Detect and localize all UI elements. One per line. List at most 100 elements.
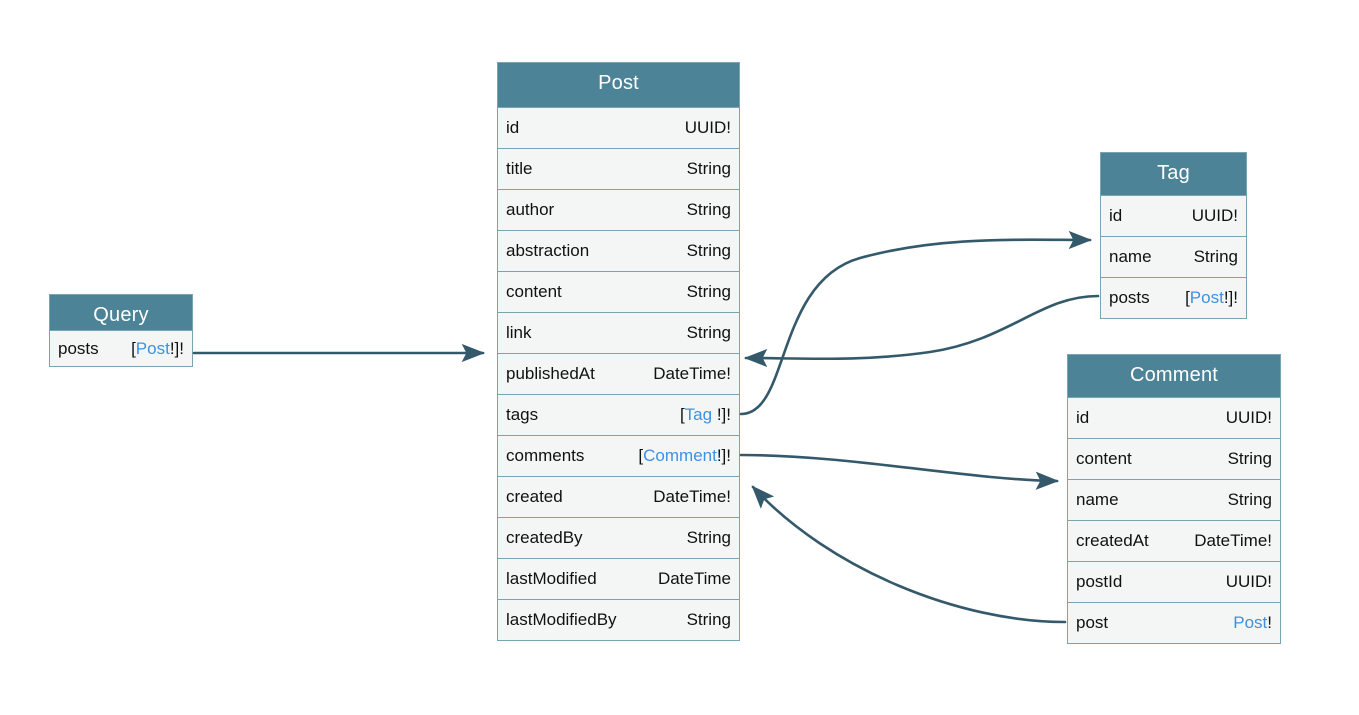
field-type: String bbox=[687, 200, 731, 220]
field-type: String bbox=[687, 241, 731, 261]
field-row-comment-id[interactable]: id UUID! bbox=[1068, 397, 1280, 438]
field-type-prefix: String bbox=[686, 282, 731, 301]
field-type-prefix: UUID! bbox=[684, 118, 731, 137]
entity-query[interactable]: Query posts [Post!]! bbox=[49, 294, 193, 367]
field-type: DateTime bbox=[658, 569, 731, 589]
field-name: postId bbox=[1076, 572, 1123, 591]
field-type-prefix: UUID! bbox=[1191, 206, 1238, 225]
field-type: [Post!]! bbox=[1185, 288, 1238, 308]
field-name: id bbox=[1076, 408, 1090, 427]
field-type-suffix: !]! bbox=[1223, 288, 1238, 307]
field-type-reference: Post bbox=[135, 338, 170, 358]
field-type: DateTime! bbox=[653, 364, 731, 384]
field-type: Post! bbox=[1233, 613, 1272, 633]
field-name: author bbox=[506, 200, 555, 219]
field-type-suffix: !]! bbox=[716, 446, 731, 465]
field-row-tag-id[interactable]: id UUID! bbox=[1101, 195, 1246, 236]
field-type-suffix: !]! bbox=[169, 338, 184, 358]
entity-comment[interactable]: Comment id UUID! content String name String cre… bbox=[1067, 354, 1281, 644]
field-row-post-lastModified[interactable]: lastModified DateTime bbox=[498, 558, 739, 599]
field-row-comment-createdAt[interactable]: createdAt DateTime! bbox=[1068, 520, 1280, 561]
field-row-post-link[interactable]: link String bbox=[498, 312, 739, 353]
field-name: content bbox=[506, 282, 562, 301]
field-type-prefix: String bbox=[1193, 247, 1238, 266]
field-type: String bbox=[1194, 247, 1238, 267]
field-name: tags bbox=[506, 405, 539, 424]
field-row-tag-name[interactable]: name String bbox=[1101, 236, 1246, 277]
field-type: String bbox=[1228, 490, 1272, 510]
field-type: String bbox=[687, 528, 731, 548]
field-type: UUID! bbox=[1226, 572, 1272, 592]
entity-tag[interactable]: Tag id UUID! name String posts [Post!]! bbox=[1100, 152, 1247, 319]
field-name: lastModifiedBy bbox=[506, 610, 617, 629]
field-row-post-content[interactable]: content String bbox=[498, 271, 739, 312]
field-name: link bbox=[506, 323, 532, 342]
field-type: [Post!]! bbox=[131, 339, 184, 359]
field-row-comment-name[interactable]: name String bbox=[1068, 479, 1280, 520]
field-row-post-publishedAt[interactable]: publishedAt DateTime! bbox=[498, 353, 739, 394]
field-name: title bbox=[506, 159, 533, 178]
field-type: [Comment!]! bbox=[638, 446, 731, 466]
field-name: content bbox=[1076, 449, 1132, 468]
field-name: abstraction bbox=[506, 241, 590, 260]
field-type-suffix: ! bbox=[1267, 613, 1272, 632]
field-type-prefix: String bbox=[686, 159, 731, 178]
field-row-post-createdBy[interactable]: createdBy String bbox=[498, 517, 739, 558]
entity-title-tag: Tag bbox=[1101, 153, 1246, 195]
field-type-reference: Post bbox=[1189, 288, 1224, 307]
field-type: [Tag !]! bbox=[680, 405, 731, 425]
field-type-prefix: String bbox=[686, 528, 731, 547]
field-row-post-id[interactable]: id UUID! bbox=[498, 107, 739, 148]
field-row-comment-post[interactable]: post Post! bbox=[1068, 602, 1280, 643]
field-type-prefix: String bbox=[686, 323, 731, 342]
field-name: comments bbox=[506, 446, 585, 465]
field-name: id bbox=[506, 118, 520, 137]
field-type: String bbox=[687, 282, 731, 302]
field-name: created bbox=[506, 487, 563, 506]
field-row-post-title[interactable]: title String bbox=[498, 148, 739, 189]
field-name: posts bbox=[58, 338, 99, 358]
field-type: UUID! bbox=[1192, 206, 1238, 226]
entity-post[interactable]: Post id UUID! title String author String abstra… bbox=[497, 62, 740, 641]
field-row-post-comments[interactable]: comments [Comment!]! bbox=[498, 435, 739, 476]
field-type: UUID! bbox=[1226, 408, 1272, 428]
field-type: String bbox=[687, 610, 731, 630]
entity-title-post: Post bbox=[498, 63, 739, 107]
field-type-prefix: String bbox=[686, 610, 731, 629]
field-type: DateTime! bbox=[1194, 531, 1272, 551]
field-type: String bbox=[1228, 449, 1272, 469]
field-row-comment-content[interactable]: content String bbox=[1068, 438, 1280, 479]
field-type-reference: Comment bbox=[643, 446, 717, 465]
field-name: createdAt bbox=[1076, 531, 1149, 550]
field-type: String bbox=[687, 159, 731, 179]
field-type-reference: Tag bbox=[684, 405, 713, 424]
field-type-prefix: DateTime! bbox=[653, 364, 731, 383]
field-row-post-created[interactable]: created DateTime! bbox=[498, 476, 739, 517]
field-row-comment-postId[interactable]: postId UUID! bbox=[1068, 561, 1280, 602]
field-name: posts bbox=[1109, 288, 1150, 307]
field-type-suffix: !]! bbox=[712, 405, 731, 424]
field-type-prefix: String bbox=[1227, 449, 1272, 468]
field-row-tag-posts[interactable]: posts [Post!]! bbox=[1101, 277, 1246, 318]
field-name: lastModified bbox=[506, 569, 597, 588]
field-type-prefix: UUID! bbox=[1225, 408, 1272, 427]
field-name: name bbox=[1076, 490, 1119, 509]
diagram-canvas: Query posts [Post!]! Post id UUID! title String… bbox=[0, 0, 1359, 715]
field-row-post-lastModifiedBy[interactable]: lastModifiedBy String bbox=[498, 599, 739, 640]
entity-title-query: Query bbox=[50, 295, 192, 330]
field-type-prefix: String bbox=[1227, 490, 1272, 509]
field-type-prefix: DateTime! bbox=[653, 487, 731, 506]
field-row-post-abstraction[interactable]: abstraction String bbox=[498, 230, 739, 271]
field-type-reference: Post bbox=[1233, 613, 1268, 632]
field-row-query-posts[interactable]: posts [Post!]! bbox=[50, 330, 192, 366]
field-name: id bbox=[1109, 206, 1123, 225]
field-row-post-author[interactable]: author String bbox=[498, 189, 739, 230]
field-type: DateTime! bbox=[653, 487, 731, 507]
entity-title-comment: Comment bbox=[1068, 355, 1280, 397]
field-type: UUID! bbox=[685, 118, 731, 138]
field-name: publishedAt bbox=[506, 364, 595, 383]
field-name: name bbox=[1109, 247, 1152, 266]
field-type-prefix: String bbox=[686, 241, 731, 260]
field-name: createdBy bbox=[506, 528, 583, 547]
field-row-post-tags[interactable]: tags [Tag !]! bbox=[498, 394, 739, 435]
